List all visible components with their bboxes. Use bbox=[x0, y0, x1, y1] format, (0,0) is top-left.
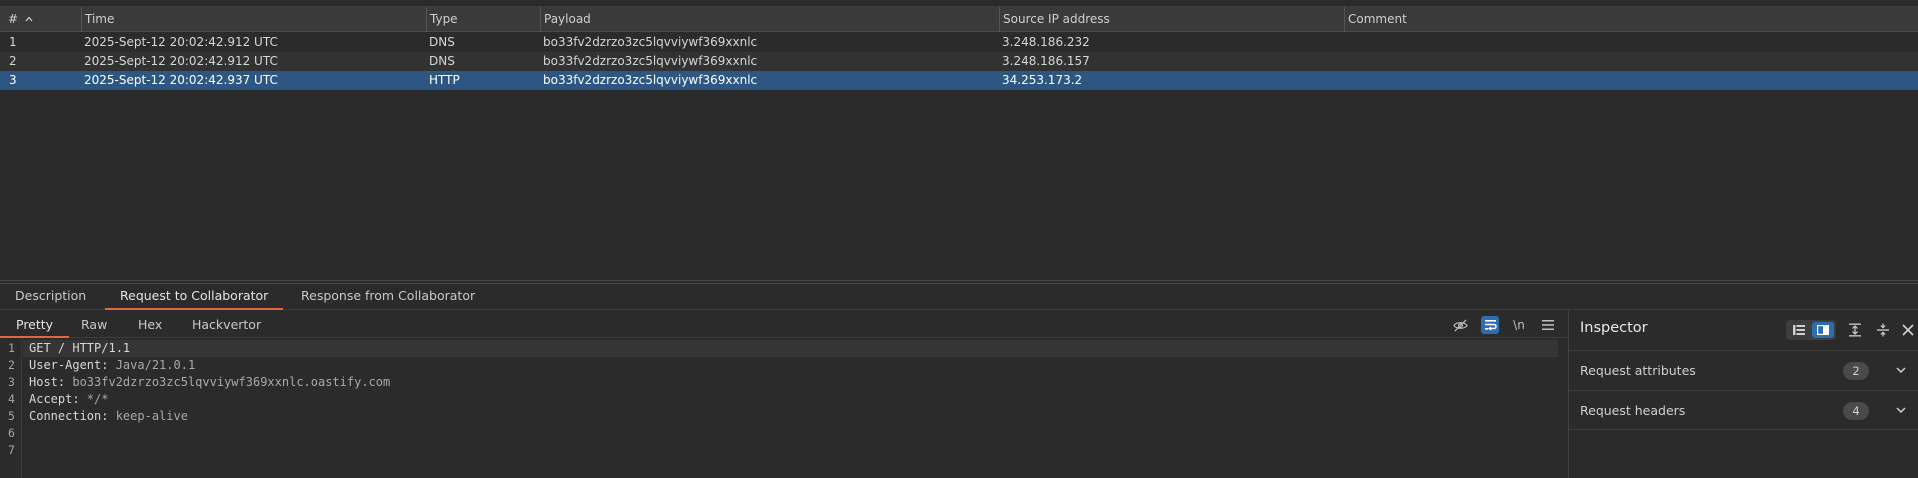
cell-time: 2025-Sept-12 20:02:42.937 UTC bbox=[84, 73, 278, 87]
count-badge: 2 bbox=[1843, 362, 1869, 380]
section-label: Request attributes bbox=[1580, 363, 1696, 378]
header-name: Host: bbox=[29, 375, 66, 389]
table-row[interactable]: 2 2025-Sept-12 20:02:42.912 UTC DNS bo33… bbox=[0, 52, 1918, 71]
request-line: GET / HTTP/1.1 bbox=[29, 341, 131, 355]
sort-ascending-icon bbox=[25, 16, 33, 22]
code-line-empty[interactable] bbox=[23, 425, 1558, 442]
cell-source-ip: 34.253.173.2 bbox=[1002, 73, 1083, 87]
cell-number: 1 bbox=[9, 35, 17, 49]
tab-request-to-collaborator[interactable]: Request to Collaborator bbox=[105, 284, 284, 310]
tab-pretty[interactable]: Pretty bbox=[0, 311, 70, 338]
layout-list-icon[interactable] bbox=[1788, 322, 1810, 338]
header-name: User-Agent: bbox=[29, 358, 109, 372]
close-icon[interactable] bbox=[1898, 320, 1918, 340]
code-line-header[interactable]: Connection: keep-alive bbox=[23, 408, 1558, 425]
editor-view-tabs: Pretty Raw Hex Hackvertor \n bbox=[0, 311, 1568, 338]
header-name: Connection: bbox=[29, 409, 109, 423]
column-header-time[interactable]: Time bbox=[81, 7, 426, 32]
layout-side-panel-icon[interactable] bbox=[1812, 322, 1834, 338]
layout-toggle[interactable] bbox=[1786, 320, 1836, 340]
code-line-header[interactable]: Accept: */* bbox=[23, 391, 1558, 408]
inspector-section-request-headers[interactable]: Request headers 4 bbox=[1569, 390, 1918, 430]
cell-comment[interactable] bbox=[1344, 33, 1347, 52]
cell-payload: bo33fv2dzrzo3zc5lqvviywf369xxnlc bbox=[543, 35, 758, 49]
line-number: 2 bbox=[8, 358, 15, 372]
line-number: 6 bbox=[8, 426, 15, 440]
hide-nonprintable-icon[interactable] bbox=[1451, 316, 1469, 334]
cell-number: 3 bbox=[9, 73, 17, 87]
count-badge: 4 bbox=[1843, 402, 1869, 420]
word-wrap-icon[interactable] bbox=[1481, 316, 1499, 334]
cell-number: 2 bbox=[9, 54, 17, 68]
header-name: Accept: bbox=[29, 392, 80, 406]
column-header-comment[interactable]: Comment bbox=[1344, 7, 1918, 32]
cell-comment[interactable] bbox=[1344, 52, 1347, 71]
line-number: 7 bbox=[8, 443, 15, 457]
tab-hackvertor[interactable]: Hackvertor bbox=[176, 311, 277, 338]
cell-type: DNS bbox=[429, 35, 455, 49]
expand-all-icon[interactable] bbox=[1845, 320, 1865, 340]
section-label: Request headers bbox=[1580, 403, 1686, 418]
newline-toggle-icon[interactable]: \n bbox=[1510, 316, 1528, 334]
inspector-title: Inspector bbox=[1580, 320, 1648, 336]
cell-payload: bo33fv2dzrzo3zc5lqvviywf369xxnlc bbox=[543, 54, 758, 68]
line-number: 3 bbox=[8, 375, 15, 389]
table-body: 1 2025-Sept-12 20:02:42.912 UTC DNS bo33… bbox=[0, 33, 1918, 90]
chevron-down-icon[interactable] bbox=[1894, 403, 1908, 417]
cell-payload: bo33fv2dzrzo3zc5lqvviywf369xxnlc bbox=[543, 73, 758, 87]
collapse-all-icon[interactable] bbox=[1873, 320, 1893, 340]
code-line-empty[interactable] bbox=[23, 442, 1558, 459]
chevron-down-icon[interactable] bbox=[1894, 363, 1908, 377]
header-value: keep-alive bbox=[108, 409, 188, 423]
column-header-number[interactable]: # bbox=[0, 7, 66, 32]
detail-tabs: Description Request to Collaborator Resp… bbox=[0, 284, 1918, 310]
code-line-header[interactable]: User-Agent: Java/21.0.1 bbox=[23, 357, 1558, 374]
code-line-header[interactable]: Host: bo33fv2dzrzo3zc5lqvviywf369xxnlc.o… bbox=[23, 374, 1558, 391]
inspector-section-request-attributes[interactable]: Request attributes 2 bbox=[1569, 350, 1918, 390]
tab-hex[interactable]: Hex bbox=[122, 311, 178, 338]
cell-time: 2025-Sept-12 20:02:42.912 UTC bbox=[84, 54, 278, 68]
cell-source-ip: 3.248.186.157 bbox=[1002, 54, 1090, 68]
inspector-toolbar bbox=[1778, 319, 1918, 341]
table-row-selected[interactable]: 3 2025-Sept-12 20:02:42.937 UTC HTTP bo3… bbox=[0, 71, 1918, 90]
line-number: 4 bbox=[8, 392, 15, 406]
column-header-source-ip[interactable]: Source IP address bbox=[999, 7, 1344, 32]
interactions-table: # Time Type Payload Source IP address Co… bbox=[0, 6, 1918, 280]
header-value: bo33fv2dzrzo3zc5lqvviywf369xxnlc.oastify… bbox=[65, 375, 391, 389]
line-number: 5 bbox=[8, 409, 15, 423]
cell-source-ip: 3.248.186.232 bbox=[1002, 35, 1090, 49]
inspector-panel: Inspector Request attributes 2 Request h… bbox=[1568, 311, 1918, 478]
table-row[interactable]: 1 2025-Sept-12 20:02:42.912 UTC DNS bo33… bbox=[0, 33, 1918, 52]
cell-type: HTTP bbox=[429, 73, 460, 87]
code-line-request[interactable]: GET / HTTP/1.1 bbox=[23, 340, 1558, 357]
request-editor: Pretty Raw Hex Hackvertor \n 1 2 3 4 5 6… bbox=[0, 311, 1568, 478]
table-header: # Time Type Payload Source IP address Co… bbox=[0, 7, 1918, 32]
header-value: */* bbox=[79, 392, 109, 406]
cell-type: DNS bbox=[429, 54, 455, 68]
tab-description[interactable]: Description bbox=[0, 284, 101, 310]
line-number: 1 bbox=[8, 341, 15, 355]
header-value: Java/21.0.1 bbox=[108, 358, 196, 372]
tab-response-from-collaborator[interactable]: Response from Collaborator bbox=[286, 284, 490, 310]
column-header-payload[interactable]: Payload bbox=[540, 7, 999, 32]
cell-time: 2025-Sept-12 20:02:42.912 UTC bbox=[84, 35, 278, 49]
menu-icon[interactable] bbox=[1539, 316, 1557, 334]
column-header-type[interactable]: Type bbox=[426, 7, 540, 32]
code-lines[interactable]: GET / HTTP/1.1 User-Agent: Java/21.0.1 H… bbox=[23, 340, 1558, 459]
cell-comment[interactable] bbox=[1344, 71, 1347, 90]
request-code-area[interactable]: 1 2 3 4 5 6 7 GET / HTTP/1.1 User-Agent:… bbox=[0, 340, 1568, 478]
tab-raw[interactable]: Raw bbox=[65, 311, 123, 338]
line-number-gutter: 1 2 3 4 5 6 7 bbox=[0, 340, 22, 478]
